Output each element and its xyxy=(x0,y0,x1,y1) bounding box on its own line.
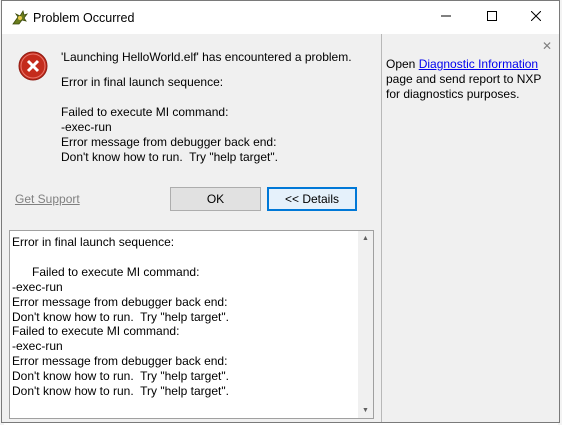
diagnostics-message: Open Diagnostic Information page and sen… xyxy=(386,57,558,102)
diagnostic-information-link[interactable]: Diagnostic Information xyxy=(419,57,538,71)
diagnostics-pane: ✕ Open Diagnostic Information page and s… xyxy=(382,34,559,422)
ok-button[interactable]: OK xyxy=(170,187,261,211)
details-line: Failed to execute MI command: xyxy=(61,105,229,119)
error-headline: 'Launching HelloWorld.elf' has encounter… xyxy=(61,50,352,64)
details-text-area[interactable]: Error in final launch sequence: Failed t… xyxy=(9,230,374,419)
window-title: Problem Occurred xyxy=(33,11,135,25)
close-panel-icon[interactable]: ✕ xyxy=(542,39,552,53)
details-line: Don't know how to run. Try "help target"… xyxy=(61,150,278,164)
close-button[interactable] xyxy=(513,1,559,33)
minimize-button[interactable] xyxy=(423,1,469,33)
scroll-down-icon[interactable]: ▼ xyxy=(358,403,373,418)
error-subline: Error in final launch sequence: xyxy=(61,75,224,89)
title-bar: Problem Occurred xyxy=(2,1,559,34)
vertical-scrollbar[interactable]: ▲ ▼ xyxy=(358,231,373,418)
app-icon xyxy=(11,8,29,26)
diagnostics-text-after: page and send report to NXP for diagnost… xyxy=(386,72,542,101)
main-pane: 'Launching HelloWorld.elf' has encounter… xyxy=(2,34,381,422)
problem-dialog: Problem Occurred 'Launching HelloWorld.e… xyxy=(1,0,560,423)
scroll-up-icon[interactable]: ▲ xyxy=(358,231,373,246)
close-icon xyxy=(530,10,542,24)
maximize-icon xyxy=(487,10,497,24)
details-text: Error in final launch sequence: Failed t… xyxy=(12,235,229,399)
maximize-button[interactable] xyxy=(469,1,515,33)
details-line: -exec-run xyxy=(61,120,112,134)
get-support-link[interactable]: Get Support xyxy=(15,192,80,206)
details-button[interactable]: << Details xyxy=(267,187,357,211)
diagnostics-text-before: Open xyxy=(386,57,419,71)
error-icon xyxy=(18,51,48,81)
details-line: Error message from debugger back end: xyxy=(61,135,277,149)
minimize-icon xyxy=(441,10,451,24)
